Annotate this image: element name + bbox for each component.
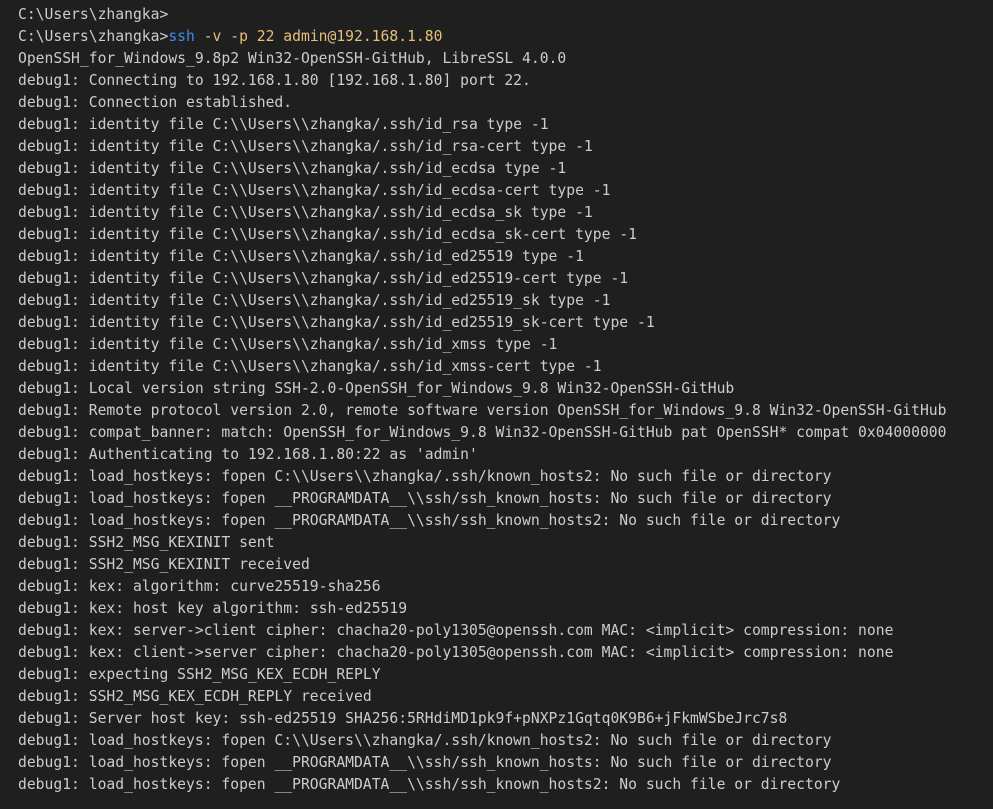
output-line: debug1: identity file C:\\Users\\zhangka… xyxy=(18,116,549,133)
output-line: debug1: identity file C:\\Users\\zhangka… xyxy=(18,336,558,353)
command-output: OpenSSH_for_Windows_9.8p2 Win32-OpenSSH-… xyxy=(18,48,993,796)
output-line: debug1: Local version string SSH-2.0-Ope… xyxy=(18,380,735,397)
command-arguments: -v -p 22 admin@192.168.1.80 xyxy=(194,28,443,45)
output-line: debug1: identity file C:\\Users\\zhangka… xyxy=(18,226,637,243)
command-line: C:\Users\zhangka>ssh -v -p 22 admin@192.… xyxy=(18,26,993,48)
output-line: debug1: kex: client->server cipher: chac… xyxy=(18,644,894,661)
command-name: ssh xyxy=(168,28,195,45)
output-line: debug1: load_hostkeys: fopen C:\\Users\\… xyxy=(18,732,832,749)
output-line: OpenSSH_for_Windows_9.8p2 Win32-OpenSSH-… xyxy=(18,50,567,67)
output-line: debug1: Connection established. xyxy=(18,94,293,111)
output-line: debug1: identity file C:\\Users\\zhangka… xyxy=(18,248,584,265)
output-line: debug1: SSH2_MSG_KEXINIT received xyxy=(18,556,310,573)
output-line: debug1: identity file C:\\Users\\zhangka… xyxy=(18,358,602,375)
output-line: debug1: SSH2_MSG_KEXINIT sent xyxy=(18,534,275,551)
output-line: debug1: compat_banner: match: OpenSSH_fo… xyxy=(18,424,947,441)
output-line: debug1: load_hostkeys: fopen __PROGRAMDA… xyxy=(18,754,832,771)
output-line: debug1: identity file C:\\Users\\zhangka… xyxy=(18,270,629,287)
terminal-window[interactable]: C:\Users\zhangka> C:\Users\zhangka>ssh -… xyxy=(0,0,993,809)
output-line: debug1: load_hostkeys: fopen __PROGRAMDA… xyxy=(18,512,841,529)
output-line: debug1: identity file C:\\Users\\zhangka… xyxy=(18,204,593,221)
output-line: debug1: kex: server->client cipher: chac… xyxy=(18,622,894,639)
output-line: debug1: load_hostkeys: fopen __PROGRAMDA… xyxy=(18,490,832,507)
output-line: debug1: load_hostkeys: fopen C:\\Users\\… xyxy=(18,468,832,485)
output-line: debug1: Connecting to 192.168.1.80 [192.… xyxy=(18,72,531,89)
output-line: debug1: SSH2_MSG_KEX_ECDH_REPLY received xyxy=(18,688,372,705)
output-line: debug1: expecting SSH2_MSG_KEX_ECDH_REPL… xyxy=(18,666,381,683)
prompt-text: C:\Users\zhangka> xyxy=(18,6,169,23)
output-line: debug1: load_hostkeys: fopen __PROGRAMDA… xyxy=(18,776,841,793)
output-line: debug1: kex: algorithm: curve25519-sha25… xyxy=(18,578,381,595)
prompt-text: C:\Users\zhangka> xyxy=(18,28,169,45)
output-line: debug1: identity file C:\\Users\\zhangka… xyxy=(18,160,567,177)
output-line: debug1: kex: host key algorithm: ssh-ed2… xyxy=(18,600,408,617)
output-line: debug1: identity file C:\\Users\\zhangka… xyxy=(18,182,611,199)
output-line: debug1: identity file C:\\Users\\zhangka… xyxy=(18,138,593,155)
output-line: debug1: identity file C:\\Users\\zhangka… xyxy=(18,314,655,331)
output-line: debug1: identity file C:\\Users\\zhangka… xyxy=(18,292,611,309)
output-line: debug1: Server host key: ssh-ed25519 SHA… xyxy=(18,710,788,727)
output-line: debug1: Authenticating to 192.168.1.80:2… xyxy=(18,446,478,463)
output-line: debug1: Remote protocol version 2.0, rem… xyxy=(18,402,947,419)
previous-prompt-line: C:\Users\zhangka> xyxy=(18,4,993,26)
